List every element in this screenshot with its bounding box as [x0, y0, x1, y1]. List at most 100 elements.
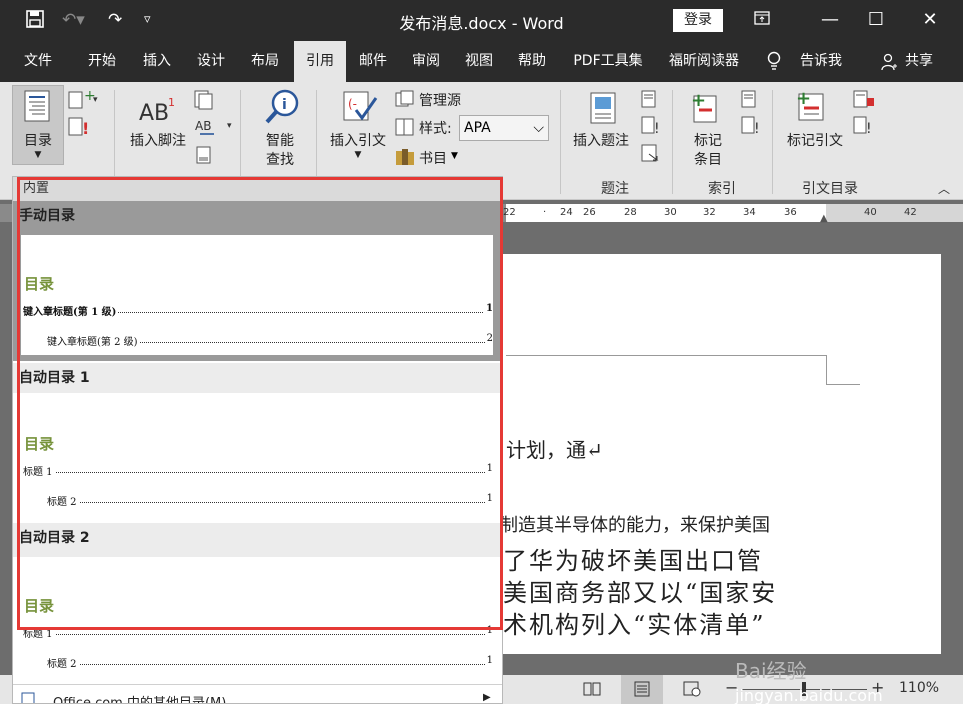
tab-design[interactable]: 设计 — [187, 41, 235, 82]
bibliography-label[interactable]: 书目 — [419, 148, 447, 168]
svg-text:▾: ▾ — [93, 95, 98, 105]
tab-pdf-tools[interactable]: PDF工具集 — [566, 41, 650, 82]
close-icon[interactable]: ✕ — [910, 6, 950, 34]
style-label: 样式: — [419, 121, 452, 137]
insert-footnote-label[interactable]: 插入脚注 — [124, 130, 192, 150]
divider — [13, 684, 502, 685]
share-icon[interactable] — [878, 41, 900, 82]
watermark: Bai经验 jingyan.baidu.com — [735, 655, 883, 704]
header-boundary — [506, 355, 827, 356]
svg-text:i: i — [282, 97, 287, 113]
separator — [560, 90, 561, 194]
insert-caption-icon[interactable] — [590, 92, 616, 128]
collapse-ribbon-icon[interactable]: ︿ — [938, 180, 950, 197]
mark-entry-label-1[interactable]: 标记 — [680, 130, 736, 150]
insert-citation-label[interactable]: 插入引文 — [325, 130, 391, 150]
smart-lookup-icon[interactable]: i — [264, 88, 302, 130]
smart-lookup-label-2[interactable]: 查找 — [256, 149, 304, 169]
margin-corner — [826, 384, 860, 385]
web-layout-icon[interactable] — [683, 681, 701, 701]
cross-reference-icon[interactable] — [641, 144, 661, 168]
lightbulb-icon[interactable] — [762, 41, 786, 82]
svg-text:AB: AB — [139, 101, 169, 124]
insert-table-of-figures-icon[interactable] — [641, 90, 657, 112]
svg-text:!: ! — [654, 121, 660, 136]
style-select[interactable]: APA ⌵ — [459, 115, 549, 141]
ruler-tick: · — [543, 207, 547, 218]
bibliography-icon[interactable] — [395, 148, 415, 170]
chevron-down-icon: ▼ — [354, 150, 362, 160]
update-table-icon[interactable]: ! — [641, 116, 661, 140]
toc-preview-row: 标题 21 — [47, 655, 493, 670]
svg-text:+: + — [796, 88, 811, 109]
svg-text:+: + — [691, 90, 706, 111]
minimize-icon[interactable]: — — [810, 6, 850, 34]
tab-review[interactable]: 审阅 — [402, 41, 450, 82]
tab-layout[interactable]: 布局 — [241, 41, 289, 82]
tab-home[interactable]: 开始 — [78, 41, 126, 82]
smart-lookup-label-1[interactable]: 智能 — [256, 130, 304, 150]
ribbon-display-options-icon[interactable] — [742, 6, 782, 34]
tab-help[interactable]: 帮助 — [508, 41, 556, 82]
add-text-icon[interactable]: + ▾ — [67, 88, 101, 114]
update-table-of-authorities-icon[interactable]: ! — [853, 116, 873, 140]
svg-text:▾: ▾ — [227, 121, 232, 131]
document-text-line: 美国商务部又以“国家安 — [503, 579, 778, 607]
mark-entry-icon[interactable]: + — [690, 90, 720, 128]
svg-text:(-: (- — [348, 97, 357, 111]
zoom-level[interactable]: 110% — [899, 680, 939, 696]
document-text-line: 了华为破坏美国出口管 — [503, 547, 763, 575]
insert-footnote-icon[interactable]: AB 1 — [138, 94, 178, 128]
mark-entry-label-2[interactable]: 条目 — [680, 149, 736, 169]
tab-mailings[interactable]: 邮件 — [349, 41, 397, 82]
svg-text:!: ! — [82, 119, 89, 138]
right-indent-marker-icon[interactable]: ▲ — [820, 213, 828, 224]
show-notes-icon[interactable] — [196, 146, 212, 168]
tab-file[interactable]: 文件 — [14, 41, 62, 82]
maximize-icon[interactable]: ☐ — [856, 6, 896, 34]
update-index-icon[interactable]: ! — [741, 116, 761, 140]
document-text-line: 制造其半导体的能力，来保护美国 — [500, 515, 770, 536]
status-bar: − + 110% — [503, 675, 963, 704]
chevron-down-icon: ▼ — [451, 151, 458, 161]
tab-tell-me[interactable]: 告诉我 — [792, 41, 850, 82]
chevron-down-icon: ⌵ — [533, 120, 544, 136]
style-icon — [395, 118, 415, 140]
watermark-logo-text: Bai经验 — [735, 659, 807, 683]
ruler-tick: 40 — [864, 207, 877, 218]
read-mode-icon[interactable] — [583, 681, 601, 701]
chevron-right-icon: ▶ — [483, 692, 491, 703]
insert-endnote-icon[interactable] — [194, 90, 214, 114]
group-index-label: 索引 — [708, 181, 736, 197]
ruler-tick: 42 — [904, 207, 917, 218]
ruler-tick: 30 — [664, 207, 677, 218]
tab-foxit-reader[interactable]: 福昕阅读器 — [660, 41, 748, 82]
update-table-icon[interactable]: ! — [67, 116, 89, 142]
manage-sources-label[interactable]: 管理源 — [419, 90, 461, 110]
insert-caption-label[interactable]: 插入题注 — [568, 130, 634, 150]
svg-text:!: ! — [754, 121, 760, 136]
tab-insert[interactable]: 插入 — [133, 41, 181, 82]
insert-index-icon[interactable] — [741, 90, 757, 112]
mark-citation-label[interactable]: 标记引文 — [782, 130, 848, 150]
group-authorities-label: 引文目录 — [802, 181, 858, 197]
document-text-line: 术机构列入“实体清单” — [503, 611, 766, 639]
ruler-tick: 32 — [703, 207, 716, 218]
insert-table-of-authorities-icon[interactable] — [853, 90, 875, 112]
more-toc-menu-item[interactable]: Office.com 中的其他目录(M) ▶ — [13, 687, 502, 704]
more-toc-label: Office.com 中的其他目录(M) — [53, 696, 227, 704]
ruler-tick: 24 — [560, 207, 573, 218]
toc-label: 目录 — [24, 133, 52, 149]
highlight-box — [17, 177, 503, 630]
svg-text:!: ! — [866, 121, 872, 136]
mark-citation-icon[interactable]: + — [795, 88, 831, 126]
document-icon — [21, 692, 35, 703]
share-button[interactable]: 共享 — [898, 41, 940, 82]
ruler-tick: 36 — [784, 207, 797, 218]
login-button[interactable]: 登录 — [673, 9, 723, 32]
next-footnote-icon[interactable]: AB ▾ — [194, 116, 236, 142]
tab-view[interactable]: 视图 — [455, 41, 503, 82]
insert-citation-icon[interactable]: (- — [342, 90, 378, 128]
tab-references[interactable]: 引用 — [294, 41, 346, 82]
manage-sources-icon[interactable] — [395, 90, 415, 112]
